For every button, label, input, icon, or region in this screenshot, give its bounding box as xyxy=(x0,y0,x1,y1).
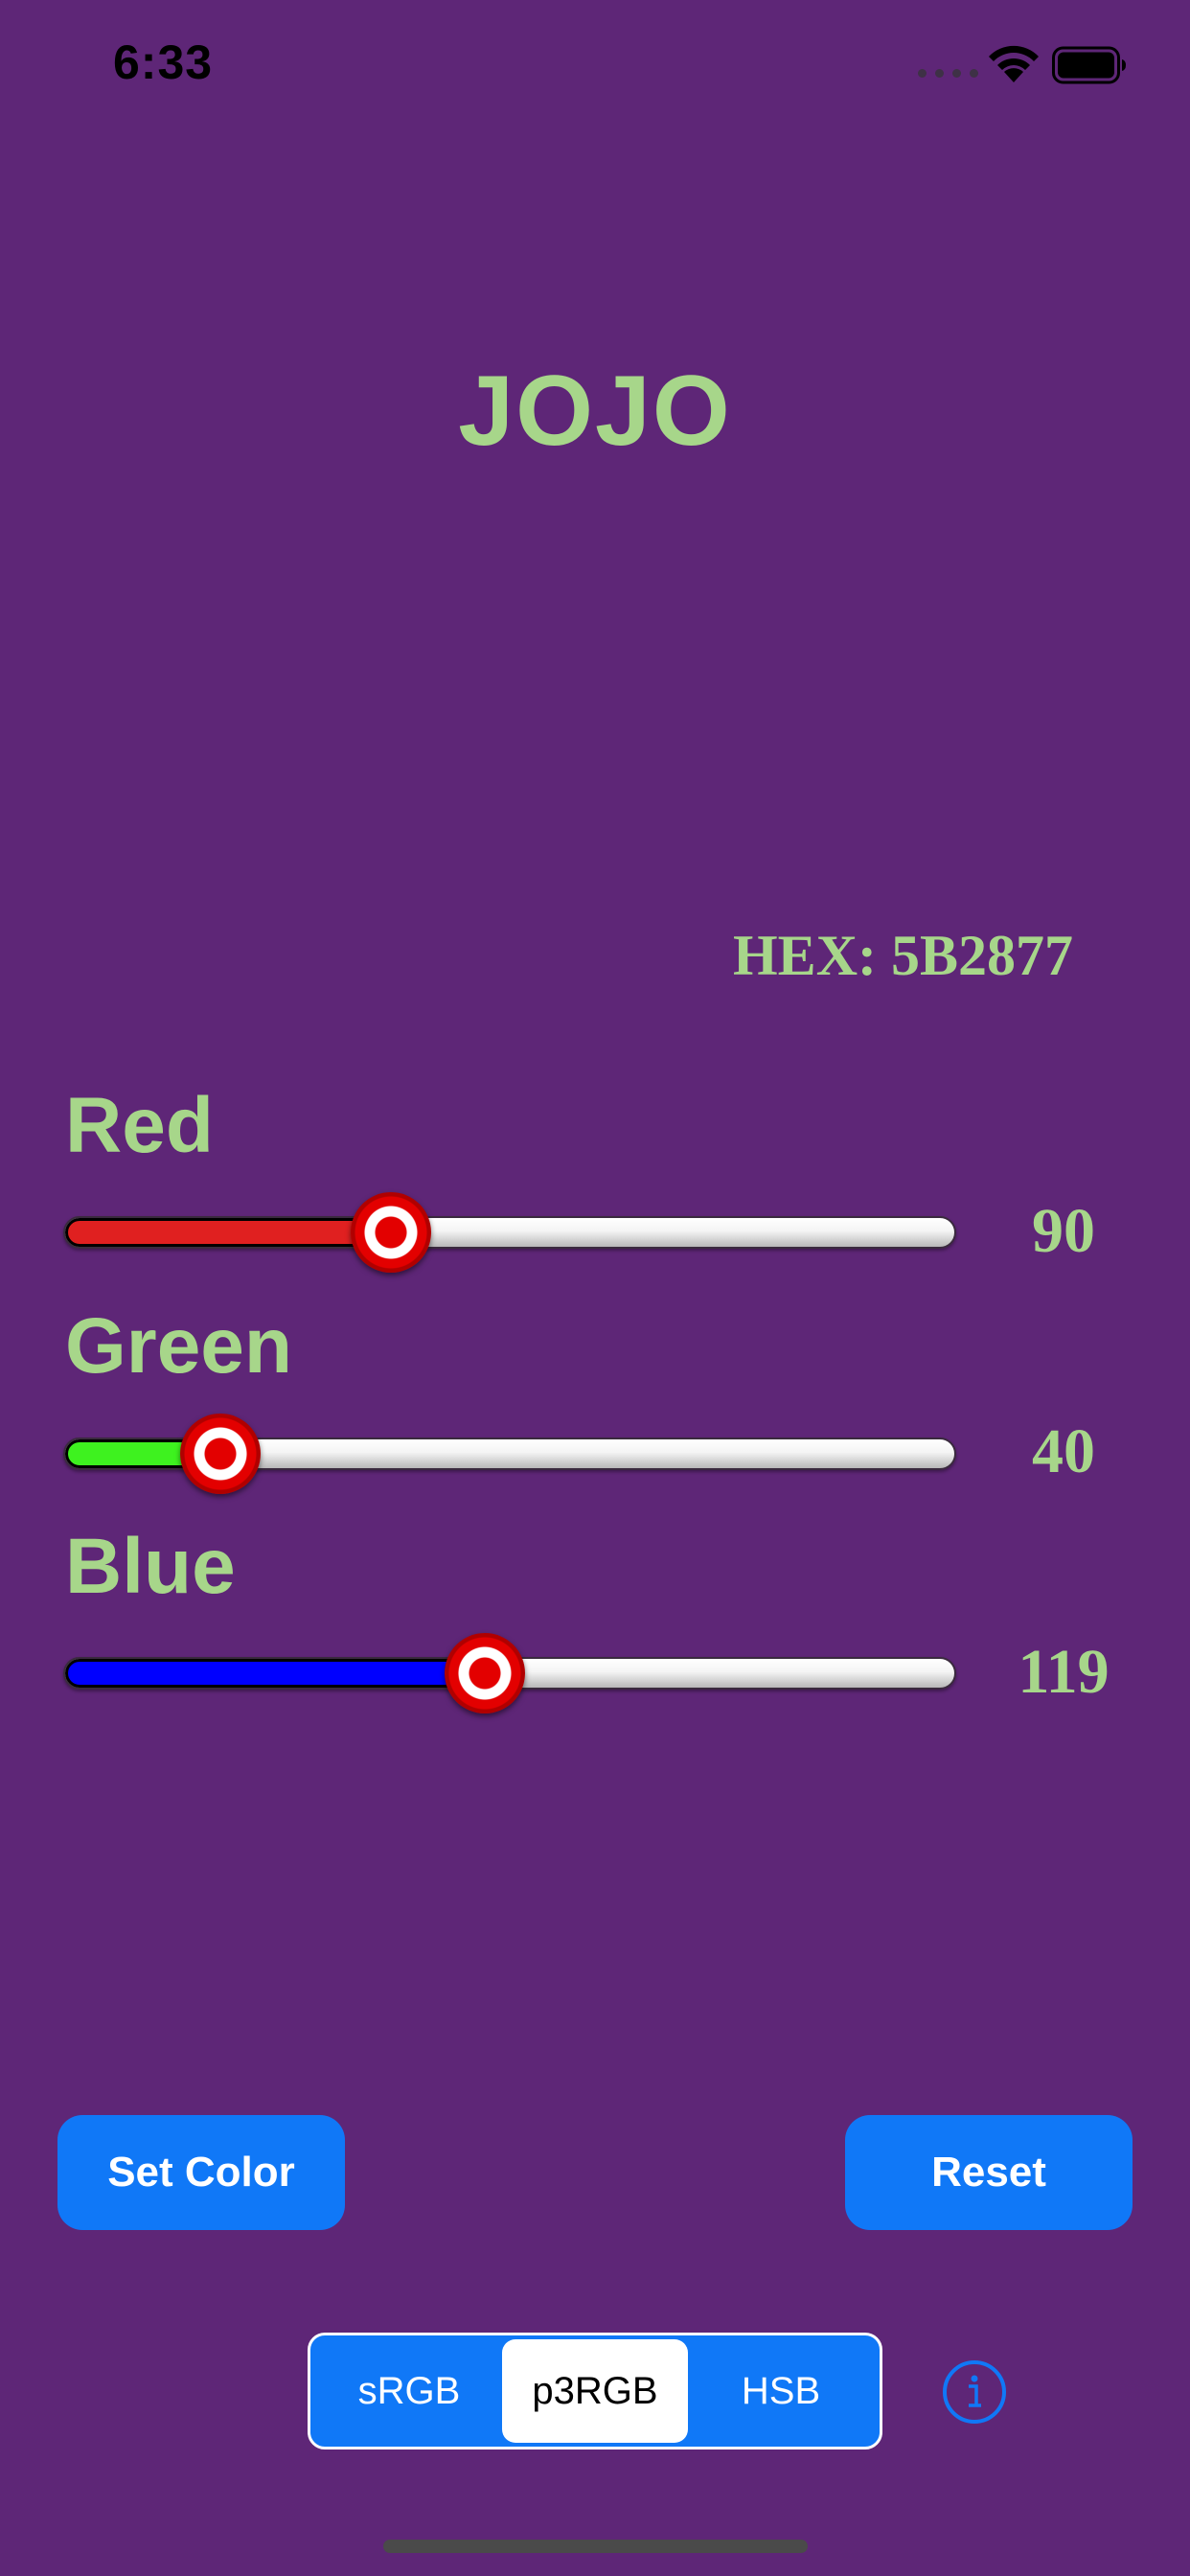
set-color-button[interactable]: Set Color xyxy=(57,2115,345,2230)
segment-p3rgb[interactable]: p3RGB xyxy=(502,2339,688,2443)
wifi-icon xyxy=(989,45,1039,82)
color-space-segmented-control[interactable]: sRGB p3RGB HSB xyxy=(308,2333,882,2450)
blue-slider-fill xyxy=(65,1659,486,1688)
home-indicator xyxy=(383,2540,808,2553)
red-slider[interactable] xyxy=(63,1216,956,1249)
blue-slider-thumb[interactable] xyxy=(444,1633,525,1714)
blue-value: 119 xyxy=(1018,1637,1110,1707)
red-slider-fill xyxy=(65,1218,392,1247)
red-slider-thumb[interactable] xyxy=(351,1192,432,1273)
status-time: 6:33 xyxy=(113,35,214,89)
green-slider-thumb[interactable] xyxy=(180,1414,262,1494)
segment-hsb[interactable]: HSB xyxy=(688,2339,874,2443)
red-label: Red xyxy=(65,1082,214,1169)
red-value: 90 xyxy=(1032,1196,1095,1266)
app-title: JOJO xyxy=(458,356,732,467)
hex-code-label: HEX: 5B2877 xyxy=(733,924,1074,987)
segment-srgb[interactable]: sRGB xyxy=(316,2339,502,2443)
battery-icon xyxy=(1052,46,1126,84)
green-value: 40 xyxy=(1032,1416,1095,1486)
reset-button[interactable]: Reset xyxy=(845,2115,1133,2230)
green-label: Green xyxy=(65,1302,292,1390)
cellular-signal-icon xyxy=(918,69,978,78)
info-icon[interactable] xyxy=(942,2359,1007,2425)
blue-label: Blue xyxy=(65,1523,236,1610)
